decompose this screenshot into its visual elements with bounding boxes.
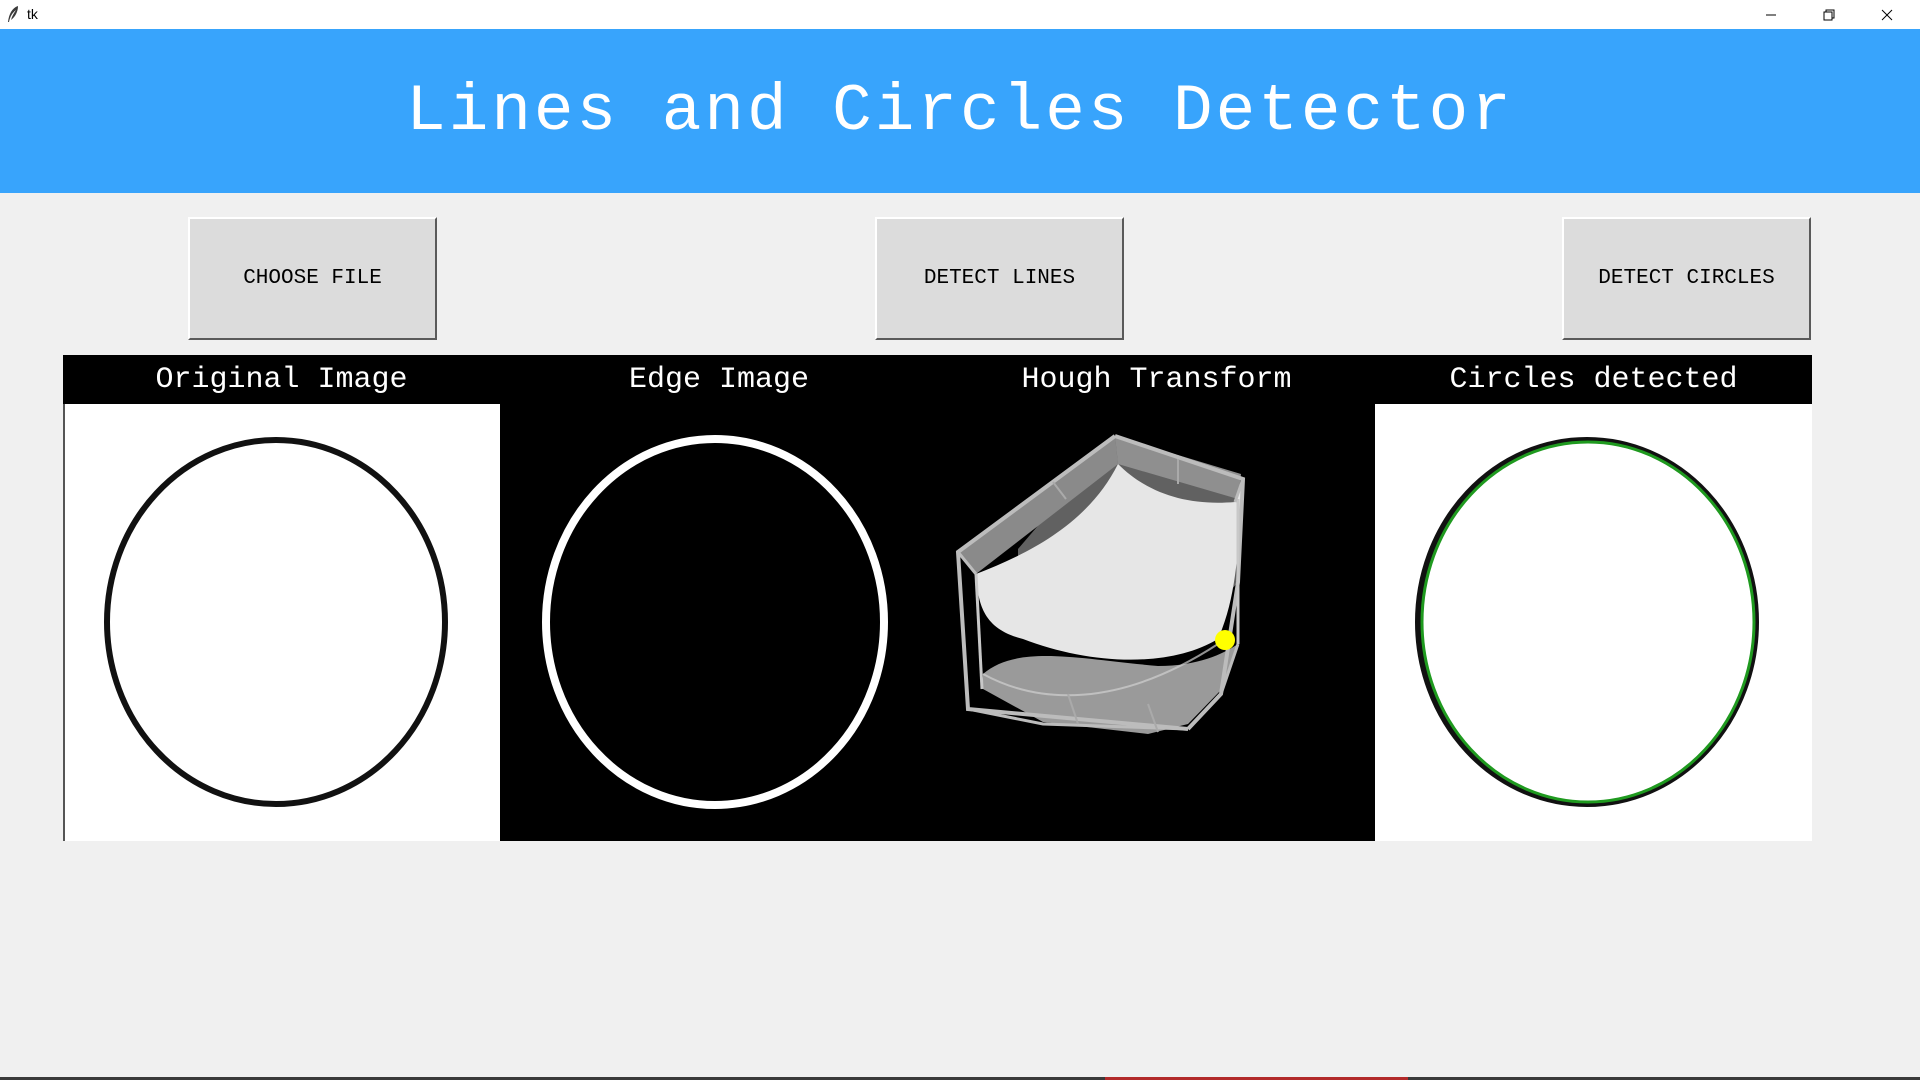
- restore-icon: [1823, 9, 1835, 21]
- circles-detected-image: [1375, 404, 1812, 841]
- detect-circles-button[interactable]: DETECT CIRCLES: [1562, 217, 1811, 340]
- app-window: tk Lines and Circles Detector CHOOSE FIL…: [0, 0, 1920, 1080]
- minimize-icon: [1765, 9, 1777, 21]
- detect-lines-button[interactable]: DETECT LINES: [875, 217, 1124, 340]
- minimize-button[interactable]: [1742, 0, 1800, 29]
- hough-transform-title: Hough Transform: [1021, 362, 1292, 397]
- header-banner: Lines and Circles Detector: [0, 29, 1920, 193]
- image-panels: Original Image Edge Image Hough Transfor…: [63, 355, 1812, 841]
- edge-image-title: Edge Image: [628, 362, 810, 397]
- original-image-title: Original Image: [155, 362, 408, 397]
- window-title: tk: [27, 6, 38, 22]
- title-bar: tk: [0, 0, 1920, 29]
- feather-icon: [6, 5, 22, 23]
- restore-button[interactable]: [1800, 0, 1858, 29]
- choose-file-button[interactable]: CHOOSE FILE: [188, 217, 437, 340]
- close-button[interactable]: [1858, 0, 1916, 29]
- edge-image: [500, 404, 938, 841]
- close-icon: [1881, 9, 1893, 21]
- hough-peak-marker: [1215, 630, 1235, 650]
- original-image: [63, 404, 500, 841]
- app-title: Lines and Circles Detector: [406, 73, 1514, 149]
- hough-transform-image: [938, 404, 1375, 841]
- circles-detected-title: Circles detected: [1449, 362, 1738, 397]
